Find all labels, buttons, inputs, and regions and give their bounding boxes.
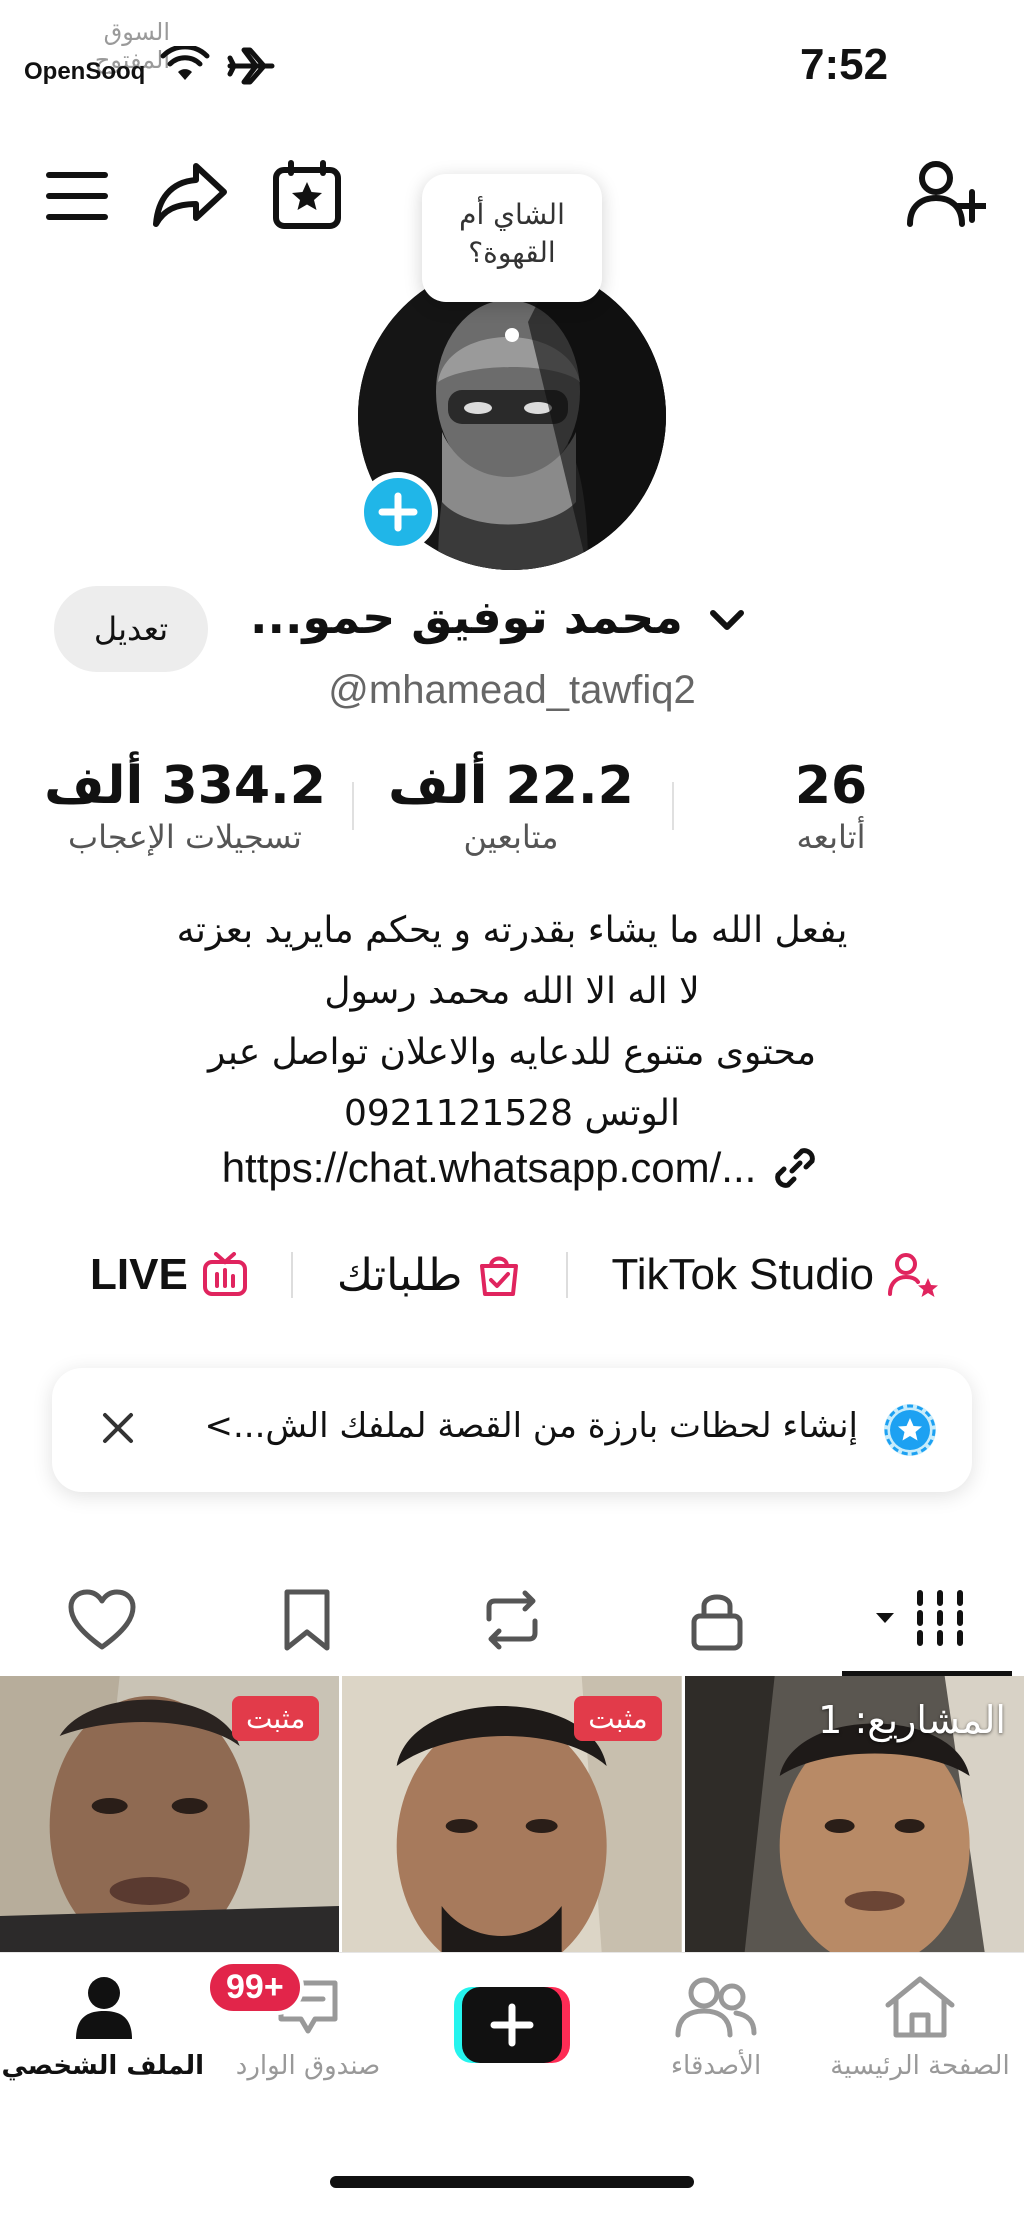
- home-icon: [885, 1976, 955, 2038]
- nav-profile[interactable]: الملف الشخصي: [1, 1975, 204, 2081]
- profile-handle: @mhamead_tawfiq2: [328, 668, 696, 712]
- add-friend-icon[interactable]: [906, 158, 986, 230]
- followers-label: متابعين: [463, 818, 559, 856]
- video-thumbnail[interactable]: مثبت: [342, 1676, 682, 1952]
- close-icon[interactable]: [88, 1398, 148, 1458]
- nav-friends[interactable]: الأصدقاء: [616, 1975, 816, 2081]
- tiktok-studio-label: TikTok Studio: [611, 1250, 874, 1299]
- orders-button[interactable]: طلباتك: [337, 1250, 523, 1301]
- bottom-navigation: الملف الشخصي صندوق الوارد الأصدقاء الصفح…: [0, 1952, 1024, 2132]
- nav-home[interactable]: الصفحة الرئيسية: [820, 1975, 1020, 2081]
- nav-profile-label: الملف الشخصي: [1, 2051, 204, 2081]
- menu-icon[interactable]: [44, 168, 110, 224]
- tab-videos[interactable]: [841, 1570, 1012, 1676]
- bio-link[interactable]: https://chat.whatsapp.com/...: [140, 1144, 900, 1192]
- nav-home-label: الصفحة الرئيسية: [830, 2051, 1010, 2081]
- pinned-badge: مثبت: [574, 1696, 662, 1741]
- bubble-tail-dot: [505, 328, 519, 342]
- tiktok-studio-button[interactable]: TikTok Studio: [611, 1250, 939, 1300]
- profile-bio: يفعل الله ما يشاء بقدرته و يحكم مايريد ب…: [60, 900, 964, 1144]
- video-grid: مثبت مثبت المشاريع: 1: [0, 1676, 1024, 1952]
- add-story-button[interactable]: [358, 472, 438, 552]
- bio-link-text: https://chat.whatsapp.com/...: [221, 1144, 757, 1191]
- story-highlights-banner[interactable]: إنشاء لحظات بارزة من القصة لملفك الش...>: [52, 1368, 972, 1492]
- link-icon: [775, 1148, 816, 1188]
- stats-divider: [672, 782, 674, 830]
- airplane-mode-icon: [227, 47, 275, 85]
- likes-label: تسجيلات الإعجاب: [68, 818, 302, 856]
- orders-label: طلباتك: [336, 1249, 463, 1301]
- stat-following[interactable]: 26 أتابعه: [756, 756, 906, 856]
- videos-grid-icon: [875, 1590, 963, 1650]
- stat-followers[interactable]: 22.2 ألف متابعين: [376, 756, 646, 856]
- stat-likes[interactable]: 334.2 ألف تسجيلات الإعجاب: [30, 756, 340, 856]
- friends-icon: [675, 1977, 757, 2038]
- bookmark-icon: [284, 1589, 330, 1651]
- profile-actions-row: LIVE طلباتك TikTok Studio: [90, 1240, 940, 1310]
- heart-icon: [68, 1589, 136, 1650]
- live-label: LIVE: [90, 1250, 188, 1299]
- inbox-notification-badge: 99+: [206, 1960, 304, 2015]
- profile-person-icon: [76, 1977, 132, 2039]
- nav-friends-label: الأصدقاء: [670, 2051, 762, 2081]
- actions-divider: [565, 1252, 568, 1298]
- live-tv-icon: [202, 1252, 247, 1296]
- chevron-down-icon: [709, 609, 744, 630]
- tab-reposts[interactable]: [452, 1570, 572, 1670]
- tab-liked[interactable]: [42, 1570, 162, 1670]
- tab-private[interactable]: [657, 1570, 777, 1670]
- actions-divider: [291, 1252, 294, 1298]
- profile-name[interactable]: محمد توفيق حمو...: [250, 590, 790, 644]
- repost-icon: [486, 1590, 538, 1650]
- shopping-bag-icon: [480, 1256, 519, 1296]
- status-time: 7:52: [800, 40, 889, 89]
- live-button[interactable]: LIVE: [90, 1250, 248, 1300]
- video-thumbnail[interactable]: مثبت: [0, 1676, 340, 1952]
- stats-divider: [352, 782, 354, 830]
- following-label: أتابعه: [796, 818, 866, 856]
- content-tabs: [0, 1570, 1024, 1676]
- creator-star-icon: [887, 1253, 938, 1297]
- plus-icon: [378, 492, 418, 532]
- calendar-star-icon[interactable]: [272, 158, 342, 230]
- wifi-icon: [160, 46, 210, 80]
- pinned-badge: مثبت: [231, 1696, 320, 1741]
- bio-line: الوتس 0921121528: [344, 1093, 680, 1134]
- tab-saved[interactable]: [247, 1570, 367, 1670]
- edit-profile-button[interactable]: تعديل: [54, 586, 208, 672]
- banner-text: إنشاء لحظات بارزة من القصة لملفك الش...>: [204, 1406, 858, 1446]
- bio-line: لا اله الا الله محمد رسول: [324, 971, 700, 1012]
- share-icon[interactable]: [152, 158, 228, 230]
- drafts-label: المشاريع: 1: [818, 1698, 1006, 1742]
- opensooq-watermark: السوق المفتوح OpenSooq: [20, 18, 170, 96]
- likes-count: 334.2 ألف: [44, 756, 326, 816]
- speech-bubble-note[interactable]: الشاي أم القهوة؟: [422, 174, 602, 302]
- profile-name-text: محمد توفيق حمو...: [250, 590, 683, 644]
- followers-count: 22.2 ألف: [388, 756, 634, 816]
- bio-line: محتوى متنوع للدعايه والاعلان تواصل عبر: [208, 1032, 816, 1073]
- bio-line: يفعل الله ما يشاء بقدرته و يحكم مايريد ب…: [176, 910, 848, 951]
- lock-icon: [691, 1594, 743, 1651]
- video-thumbnail[interactable]: المشاريع: 1: [684, 1676, 1024, 1952]
- following-count: 26: [794, 756, 868, 816]
- create-video-button[interactable]: [454, 1987, 570, 2063]
- home-indicator[interactable]: [330, 2176, 694, 2188]
- nav-inbox-label: صندوق الوارد: [235, 2051, 381, 2081]
- highlight-star-icon: [884, 1404, 936, 1456]
- watermark-brand-text: OpenSooq: [24, 58, 146, 85]
